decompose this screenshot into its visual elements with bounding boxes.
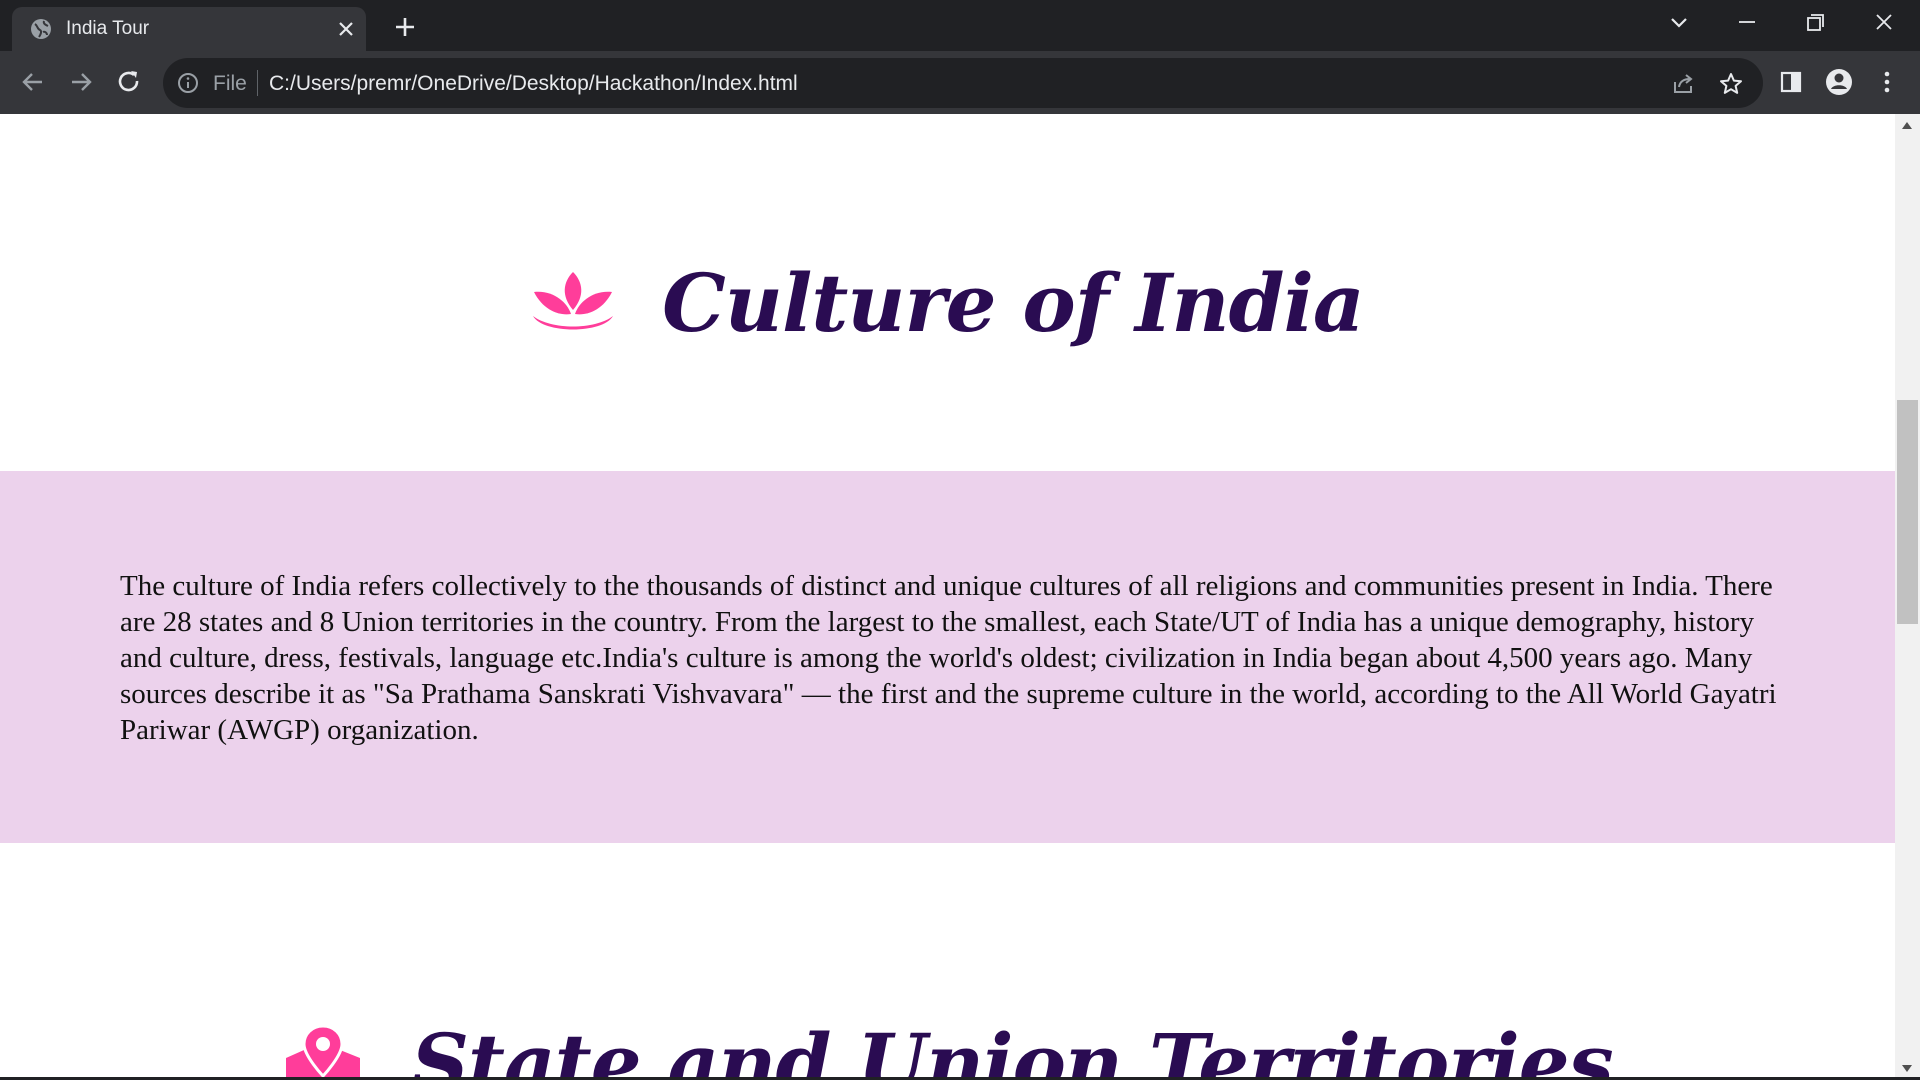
tab-strip: India Tour [0, 0, 1920, 51]
scheme-label: File [213, 72, 247, 95]
address-bar[interactable]: File C:/Users/premr/OneDrive/Desktop/Hac… [163, 58, 1763, 108]
minimize-icon[interactable] [1729, 8, 1765, 38]
site-info-icon[interactable] [177, 72, 199, 94]
share-icon[interactable] [1669, 70, 1697, 98]
vertical-scrollbar[interactable] [1895, 114, 1920, 1080]
omnibox-divider [257, 70, 258, 96]
forward-arrow-icon[interactable] [64, 65, 98, 99]
states-heading-text: State and Union Territories [411, 1016, 1613, 1080]
page-viewport: Culture of India The culture of India re… [0, 114, 1895, 1080]
restore-icon[interactable] [1797, 8, 1833, 38]
globe-icon [31, 19, 51, 39]
close-window-icon[interactable] [1866, 8, 1902, 38]
culture-heading-text: Culture of India [662, 256, 1365, 351]
new-tab-plus-icon[interactable] [390, 12, 420, 42]
browser-toolbar: File C:/Users/premr/OneDrive/Desktop/Hac… [0, 51, 1920, 114]
bookmark-star-icon[interactable] [1717, 70, 1745, 98]
reload-icon[interactable] [112, 65, 146, 99]
side-panel-icon[interactable] [1774, 65, 1808, 99]
browser-tab[interactable]: India Tour [12, 7, 366, 51]
culture-paragraph: The culture of India refers collectively… [120, 570, 1777, 746]
profile-avatar-icon[interactable] [1822, 65, 1856, 99]
url-text[interactable]: C:/Users/premr/OneDrive/Desktop/Hackatho… [269, 72, 798, 96]
scroll-down-arrow-icon[interactable] [1902, 1065, 1912, 1072]
tab-title: India Tour [66, 18, 150, 39]
back-arrow-icon[interactable] [16, 65, 50, 99]
map-pin-icon [286, 1024, 361, 1080]
culture-heading: Culture of India [0, 249, 1895, 350]
lotus-icon [533, 272, 614, 330]
scroll-up-arrow-icon[interactable] [1902, 122, 1912, 129]
kebab-menu-icon[interactable] [1870, 65, 1904, 99]
states-heading: State and Union Territories [0, 1009, 1895, 1080]
tab-search-chevron-icon[interactable] [1661, 8, 1697, 38]
culture-description-band: The culture of India refers collectively… [0, 471, 1895, 843]
scroll-thumb[interactable] [1897, 400, 1918, 624]
close-tab-icon[interactable] [334, 17, 358, 41]
